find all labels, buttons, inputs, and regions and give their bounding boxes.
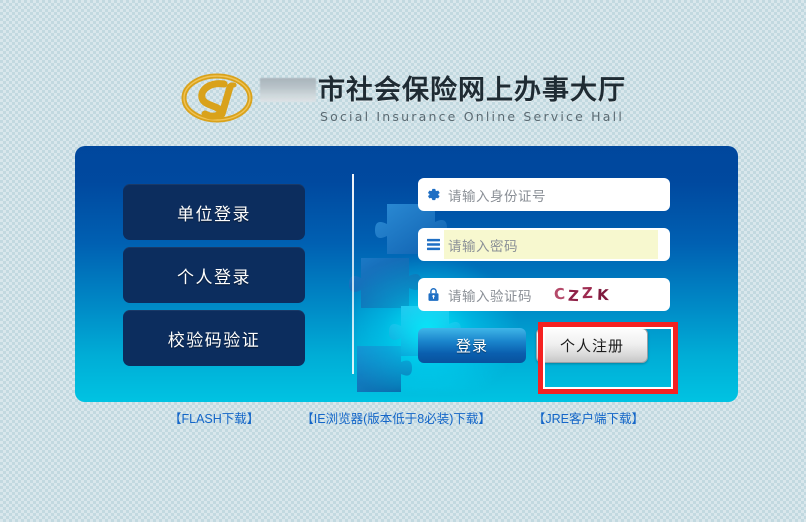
captcha-code-image[interactable]: CZZK (552, 283, 613, 305)
captcha-field[interactable]: 请输入验证码 CZZK (418, 278, 670, 311)
page-subtitle: Social Insurance Online Service Hall (319, 108, 624, 124)
id-number-field[interactable]: 请输入身份证号 (418, 178, 670, 211)
page-title: 市社会保险网上办事大厅 (260, 73, 626, 107)
captcha-char-1: C (552, 284, 569, 303)
personal-register-button[interactable]: 个人注册 (536, 328, 648, 363)
id-number-placeholder: 请输入身份证号 (448, 188, 546, 204)
footer-link-flash-download[interactable]: 【FLASH下载】 (169, 408, 259, 427)
sidebar-item-personal-login[interactable]: 个人登录 (123, 247, 305, 303)
csi-emblem-icon (180, 70, 254, 126)
footer-link-jre-client-download[interactable]: 【JRE客户端下载】 (533, 408, 644, 427)
redacted-city-name (260, 77, 316, 102)
login-type-nav: 单位登录 个人登录 校验码验证 (123, 184, 305, 373)
footer-links: 【FLASH下载】 【IE浏览器(版本低于8必装)下载】 【JRE客户端下载】 (75, 408, 738, 427)
site-title-block: 市社会保险网上办事大厅 Social Insurance Online Serv… (260, 71, 626, 126)
list-icon (418, 238, 448, 251)
form-actions: 登录 个人注册 (418, 328, 676, 372)
captcha-char-4: K (596, 285, 613, 304)
lock-icon (418, 287, 448, 302)
login-form: 请输入身份证号 请输入密码 请输入验证码 CZZK 登录 个人注册 (418, 178, 676, 372)
captcha-char-3: Z (582, 283, 598, 302)
password-placeholder: 请输入密码 (448, 238, 518, 254)
sidebar-item-unit-login[interactable]: 单位登录 (123, 184, 305, 240)
captcha-char-2: Z (567, 286, 583, 305)
footer-link-ie-browser-download[interactable]: 【IE浏览器(版本低于8必装)下载】 (301, 408, 491, 427)
nav-label-verification-code-check: 校验码验证 (167, 330, 261, 350)
login-button[interactable]: 登录 (418, 328, 526, 363)
password-field[interactable]: 请输入密码 (418, 228, 670, 261)
page-title-text: 市社会保险网上办事大厅 (318, 74, 626, 105)
panel-divider (352, 174, 354, 374)
gear-icon (418, 187, 448, 202)
nav-label-unit-login: 单位登录 (177, 204, 251, 224)
captcha-placeholder: 请输入验证码 (448, 288, 532, 304)
page-header: 市社会保险网上办事大厅 Social Insurance Online Serv… (0, 62, 806, 134)
nav-label-personal-login: 个人登录 (177, 267, 251, 287)
login-panel: 单位登录 个人登录 校验码验证 请输入身份证号 请输入密码 请输入验证码 CZZ… (75, 146, 738, 402)
sidebar-item-verification-code-check[interactable]: 校验码验证 (123, 310, 305, 366)
